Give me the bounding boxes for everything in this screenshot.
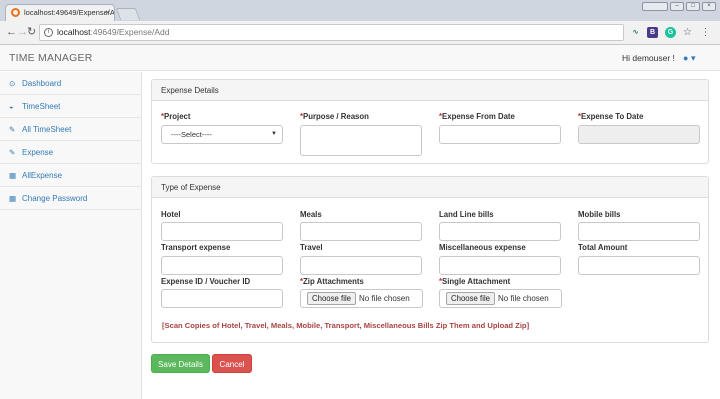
from-date-label: *Expense From Date: [439, 112, 515, 121]
url-path: :49649/Expense/Add: [90, 27, 170, 37]
user-icon: ●: [683, 53, 689, 63]
zip-file-input[interactable]: Choose file No file chosen: [300, 289, 423, 308]
misc-input[interactable]: [439, 256, 561, 275]
expense-details-panel: Expense Details *Project ----Select---- ▼…: [151, 79, 709, 164]
user-menu[interactable]: ● ▾: [683, 53, 695, 64]
purpose-label: *Purpose / Reason: [300, 112, 369, 121]
new-tab-button[interactable]: [115, 8, 141, 20]
sidebar-item-label: All TimeSheet: [22, 125, 72, 134]
maximize-button[interactable]: □: [686, 2, 700, 11]
upload-instructions: [Scan Copies of Hotel, Travel, Meals, Mo…: [162, 321, 530, 330]
voucher-input[interactable]: [161, 289, 283, 308]
total-label: Total Amount: [578, 243, 628, 252]
back-arrow-icon[interactable]: ←: [6, 26, 17, 38]
favicon-icon: [11, 8, 20, 17]
bookmark-star-icon[interactable]: ☆: [682, 27, 693, 38]
hotel-label: Hotel: [161, 210, 181, 219]
close-window-button[interactable]: ×: [702, 2, 716, 11]
url-host: localhost: [57, 27, 91, 37]
zip-attachment-label: *Zip Attachments: [300, 277, 364, 286]
transport-input[interactable]: [161, 256, 283, 275]
travel-input[interactable]: [300, 256, 422, 275]
mobile-input[interactable]: [578, 222, 700, 241]
sidebar-item-label: Expense: [22, 148, 54, 157]
extension-wave-icon[interactable]: ∿: [630, 27, 641, 38]
no-file-text: No file chosen: [498, 294, 549, 303]
choose-file-button[interactable]: Choose file: [307, 292, 357, 305]
reload-icon[interactable]: ↻: [27, 26, 36, 38]
transport-label: Transport expense: [161, 243, 231, 252]
chevron-down-icon: ▾: [690, 53, 696, 63]
app-root: TIME MANAGER Hi demouser ! ● ▾ ⊙ Dashboar…: [0, 45, 720, 399]
panel-heading: Type of Expense: [152, 177, 708, 198]
travel-label: Travel: [300, 243, 323, 252]
sidebar-item-label: TimeSheet: [22, 102, 61, 111]
meals-label: Meals: [300, 210, 322, 219]
edit-icon: ✎: [9, 148, 16, 157]
address-toolbar: ← → ↻ i localhost:49649/Expense/Add ∿ B …: [0, 21, 720, 45]
mobile-label: Mobile bills: [578, 210, 621, 219]
hotel-input[interactable]: [161, 222, 283, 241]
table-icon: ▦: [9, 194, 17, 203]
project-select[interactable]: ----Select---- ▼: [161, 125, 283, 144]
sidebar-item-timesheet[interactable]: ◒ TimeSheet: [0, 95, 142, 118]
from-date-input[interactable]: [439, 125, 561, 144]
choose-file-button[interactable]: Choose file: [446, 292, 496, 305]
minimize-button[interactable]: –: [670, 2, 684, 11]
top-navbar: TIME MANAGER Hi demouser ! ● ▾: [0, 45, 720, 71]
meals-input[interactable]: [300, 222, 422, 241]
sidebar-item-label: Dashboard: [22, 79, 62, 88]
landline-label: Land Line bills: [439, 210, 494, 219]
cancel-button[interactable]: Cancel: [212, 354, 252, 373]
save-details-button[interactable]: Save Details: [151, 354, 210, 373]
sidebar-item-all-timesheet[interactable]: ✎ All TimeSheet: [0, 118, 142, 141]
total-input[interactable]: [578, 256, 700, 275]
to-date-label: *Expense To Date: [578, 112, 644, 121]
sidebar-item-label: Change Password: [22, 194, 88, 203]
panel-heading: Expense Details: [152, 80, 708, 101]
table-icon: ▦: [9, 171, 17, 180]
edit-icon: ✎: [9, 125, 16, 134]
close-tab-icon[interactable]: ×: [105, 5, 110, 20]
url-bar[interactable]: i localhost:49649/Expense/Add: [39, 24, 624, 41]
single-file-input[interactable]: Choose file No file chosen: [439, 289, 562, 308]
extension-grammarly-icon[interactable]: G: [665, 27, 676, 38]
info-icon[interactable]: i: [44, 28, 53, 37]
purpose-textarea[interactable]: [300, 125, 422, 156]
tab-strip: localhost:49649/Expense/A × – □ ×: [0, 0, 720, 21]
caret-down-icon: ▼: [271, 131, 277, 137]
sidebar-item-dashboard[interactable]: ⊙ Dashboard: [0, 72, 142, 95]
sidebar: ⊙ Dashboard ◒ TimeSheet ✎ All TimeSheet ✎ Ex…: [0, 72, 142, 399]
landline-input[interactable]: [439, 222, 561, 241]
extension-b-icon[interactable]: B: [647, 27, 658, 38]
profile-button[interactable]: [642, 2, 668, 11]
app-brand[interactable]: TIME MANAGER: [9, 52, 93, 64]
browser-menu-icon[interactable]: ⋮: [700, 27, 711, 38]
tab-title: localhost:49649/Expense/A: [24, 8, 115, 17]
sidebar-item-expense[interactable]: ✎ Expense: [0, 141, 142, 164]
to-date-input[interactable]: [578, 125, 700, 144]
sidebar-item-label: AllExpense: [22, 171, 63, 180]
user-greeting: Hi demouser !: [622, 53, 675, 63]
misc-label: Miscellaneous expense: [439, 243, 526, 252]
sidebar-item-allexpense[interactable]: ▦ AllExpense: [0, 164, 142, 187]
project-selected-value: ----Select----: [171, 130, 212, 139]
dashboard-icon: ⊙: [9, 79, 16, 88]
window-controls: – □ ×: [642, 2, 716, 11]
project-label: *Project: [161, 112, 191, 121]
sidebar-item-change-password[interactable]: ▦ Change Password: [0, 187, 142, 210]
voucher-label: Expense ID / Voucher ID: [161, 277, 251, 286]
single-attachment-label: *Single Attachment: [439, 277, 511, 286]
type-of-expense-panel: Type of Expense Hotel Meals Land Line bi…: [151, 176, 709, 343]
tachometer-icon: ◒: [9, 102, 14, 111]
browser-chrome: localhost:49649/Expense/A × – □ × ← → ↻ …: [0, 0, 720, 45]
browser-tab[interactable]: localhost:49649/Expense/A ×: [5, 4, 115, 21]
no-file-text: No file chosen: [359, 294, 410, 303]
